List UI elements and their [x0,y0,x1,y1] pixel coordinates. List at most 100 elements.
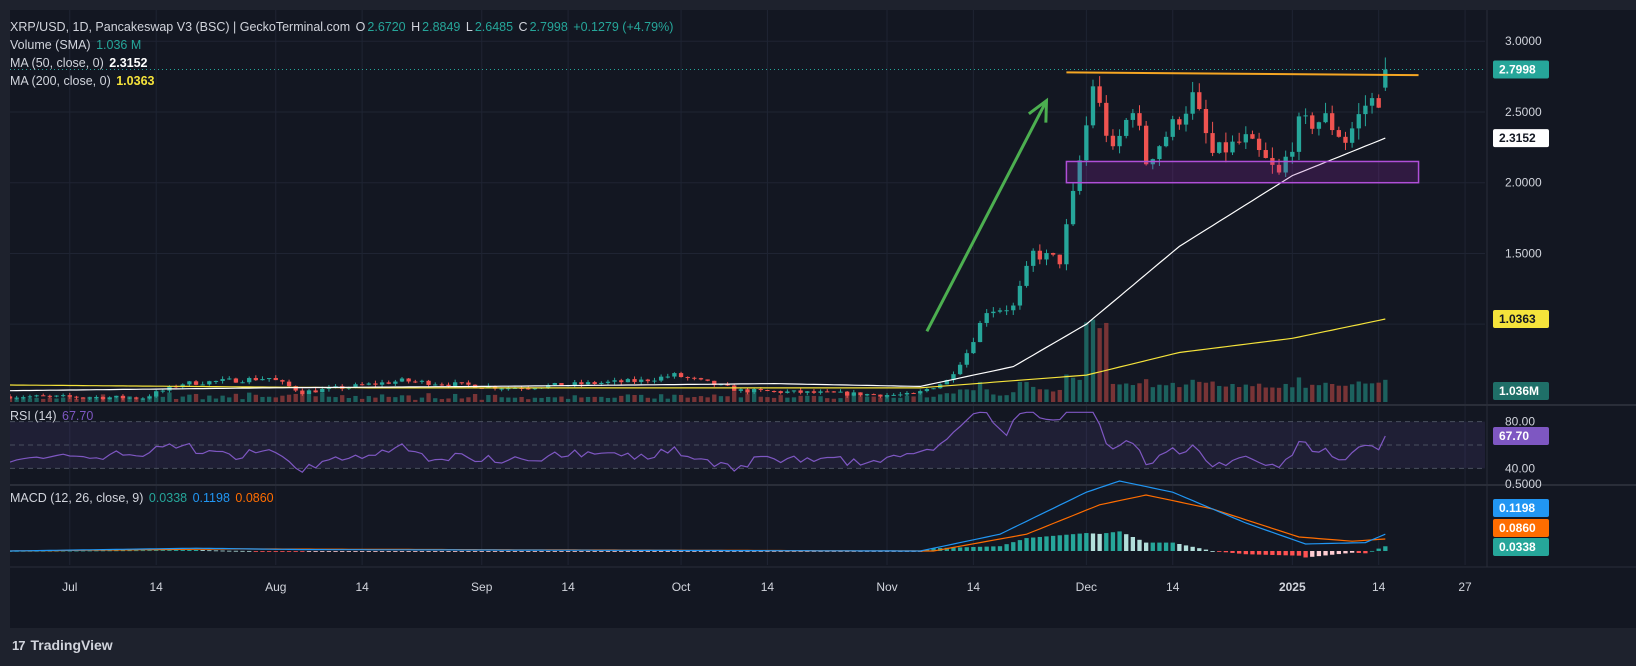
candle-body [1349,128,1355,143]
volume-bar [931,396,936,402]
ma50-tag-text: 2.3152 [1499,131,1536,145]
macd-hist-bar [957,547,963,551]
candle-body [273,378,278,381]
volume-bar [41,398,46,402]
macd-hist-bar [313,551,318,552]
high-value: 2.8849 [422,20,461,34]
volume-bar [1276,387,1282,402]
volume-bar [1050,391,1056,402]
time-tick-label: 14 [1372,580,1386,594]
trend-arrow [925,99,1048,332]
macd-hist-bar [1124,534,1129,551]
candle-body [1050,253,1056,255]
volume-bar [612,397,617,402]
volume-bar [472,393,478,402]
macd-hist-bar [1210,551,1215,552]
candle-body [100,397,106,400]
volume-bar [552,397,557,402]
candle-body [1124,119,1129,136]
time-tick-label: Sep [471,580,493,594]
macd-hist-bar [565,551,571,552]
candle-body [1237,141,1242,143]
volume-bar [220,395,225,402]
candle-body [924,389,930,392]
tradingview-footer[interactable]: 17 TradingView [12,637,113,653]
candle-body [918,391,923,394]
ma200-label: MA (200, close, 0) [10,74,111,88]
volume-bar [904,395,910,402]
volume-bar [519,396,524,402]
candle-body [585,382,591,385]
macd-hist-bar [1084,533,1089,551]
candle-body [685,377,690,379]
macd-hist-bar [1004,544,1009,551]
candle-body [678,373,684,378]
volume-bar [240,399,245,402]
candle-body [572,382,577,386]
volume-tag: 1.036M [1493,382,1549,400]
volume-bar [34,397,39,402]
candle-body [1117,135,1122,147]
volume-bar [486,395,491,402]
macd-hist-bar [559,551,564,552]
volume-bar [1177,387,1182,402]
candle-body [592,382,597,385]
macd-hist-bar [353,551,358,552]
time-tick-label: 14 [149,580,163,594]
candle-body [193,381,199,385]
volume-bar [944,393,949,402]
volume-bar [393,397,398,402]
candle-body [931,388,936,390]
volume-bar [173,398,179,402]
candle-body [379,382,385,385]
volume-bar [924,397,930,402]
volume-bar [1150,387,1155,402]
candle-body [260,379,265,381]
volume-bar [1017,381,1023,402]
macd-hist-bar [446,551,451,552]
candle-body [751,389,757,393]
candle-body [1336,130,1341,137]
volume-bar [971,390,976,402]
candle-body [1203,108,1209,134]
macd-hist-bar [1363,551,1368,554]
volume-bar [27,398,33,402]
candle-body [7,396,13,399]
candle-body [1210,133,1215,153]
macd-hist-bar [639,551,644,552]
candle-body [845,391,850,396]
macd-hist-bar [240,550,245,552]
low-label: L [465,20,473,34]
candle-body [67,395,72,397]
macd-hist-bar [991,546,996,551]
macd-hist-bar [1256,551,1262,555]
volume-bar [585,396,591,402]
chart-canvas[interactable]: 3.00002.50002.00001.50001.00002.79982.31… [7,10,1636,628]
candle-body [220,379,225,381]
macd-hist-bar [253,551,258,552]
candle-body [645,379,650,382]
macd-hist-bar [472,551,478,552]
candle-body [1303,115,1308,117]
candle-body [286,381,292,387]
candle-body [1044,253,1049,260]
candle-body [1090,86,1096,126]
grid-lines [10,10,1485,565]
support-box [1065,160,1420,184]
candle-body [625,379,631,383]
volume-bar [1004,395,1009,402]
volume-bar [546,396,551,402]
candle-body [765,390,770,392]
candle-body [80,397,86,399]
candle-body [851,392,856,396]
macd-hist-bar [526,551,531,552]
macd-hist-bar [466,551,471,552]
low-value: 2.6485 [474,20,514,34]
volume-bar [864,396,870,402]
macd-hist-bar [1064,534,1069,551]
volume-bar [1110,383,1116,402]
macd-hist-bar [306,551,312,552]
volume-bar [977,381,983,402]
price-tag-text: 2.7998 [1499,63,1536,77]
volume-bar [406,395,411,402]
